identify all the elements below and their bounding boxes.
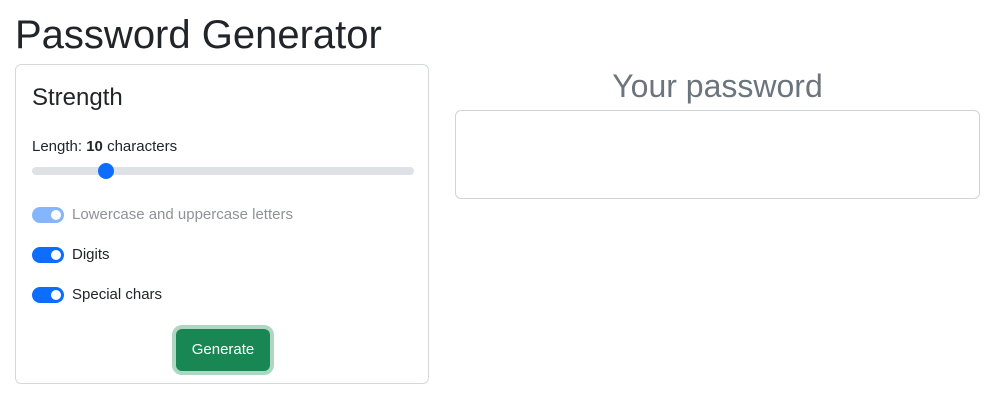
length-label-suffix: characters bbox=[102, 138, 178, 155]
strength-card-title: Strength bbox=[32, 84, 123, 111]
digits-toggle-knob bbox=[51, 250, 61, 260]
letters-toggle-label: Lowercase and uppercase letters bbox=[72, 206, 293, 223]
length-slider[interactable] bbox=[32, 163, 414, 179]
special-chars-toggle[interactable] bbox=[32, 287, 64, 303]
digits-toggle-label[interactable]: Digits bbox=[72, 245, 110, 265]
digits-toggle[interactable] bbox=[32, 247, 64, 263]
page-title: Password Generator bbox=[15, 13, 382, 57]
letters-toggle-knob bbox=[51, 210, 61, 220]
letters-toggle bbox=[32, 207, 64, 223]
option-special-chars[interactable]: Special chars bbox=[32, 285, 162, 305]
password-title: Your password bbox=[612, 68, 823, 104]
length-label: Length: 10 characters bbox=[32, 137, 177, 157]
strength-card: Strength Length: 10 characters Lowercase… bbox=[15, 64, 429, 384]
length-label-prefix: Length: bbox=[32, 138, 87, 155]
generate-button[interactable]: Generate bbox=[176, 329, 270, 371]
special-chars-toggle-label[interactable]: Special chars bbox=[72, 285, 162, 305]
length-slider-track[interactable] bbox=[32, 167, 414, 175]
option-digits[interactable]: Digits bbox=[32, 245, 110, 265]
special-chars-toggle-knob bbox=[51, 290, 61, 300]
option-letters: Lowercase and uppercase letters bbox=[32, 205, 293, 225]
length-slider-thumb[interactable] bbox=[97, 163, 114, 179]
length-value: 10 bbox=[86, 138, 103, 155]
password-output[interactable] bbox=[455, 110, 980, 199]
